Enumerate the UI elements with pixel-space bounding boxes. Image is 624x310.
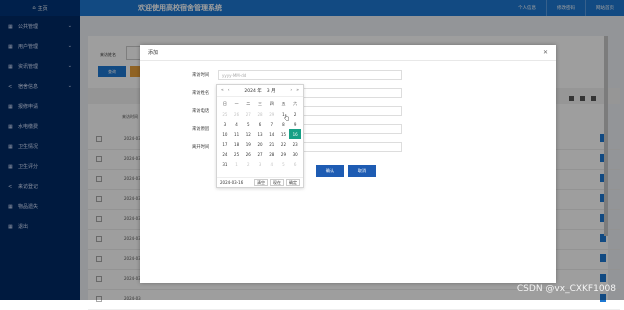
calendar-day[interactable]: 27 — [254, 149, 266, 159]
weekday-label: 六 — [293, 101, 298, 106]
calendar-week: 24 25 26 27 28 29 30 — [217, 149, 303, 159]
picker-month[interactable]: 3 月 — [267, 88, 276, 94]
calendar-day[interactable]: 19 — [242, 139, 254, 149]
calendar-day[interactable]: 4 — [266, 159, 278, 169]
field-label: 来访姓名 — [192, 91, 210, 96]
calendar-day[interactable]: 6 — [289, 159, 301, 169]
form-row: 来访原因 — [140, 123, 556, 135]
form-row: 来访电话 — [140, 105, 556, 117]
calendar-day[interactable]: 24 — [219, 149, 231, 159]
weekday-label: 一 — [234, 101, 239, 106]
calendar-day[interactable]: 3 — [219, 119, 231, 129]
calendar-week: 31 1 2 3 4 5 6 — [217, 159, 303, 169]
picker-now-button[interactable]: 现在 — [270, 179, 284, 186]
calendar-day[interactable]: 29 — [278, 149, 290, 159]
form-row: 来访时间 yyyy-MM-dd — [140, 69, 556, 81]
form-row: 来访姓名 — [140, 87, 556, 99]
calendar-day[interactable]: 25 — [219, 109, 231, 119]
add-dialog: 添加 ✕ 来访时间 yyyy-MM-dd 来访姓名来访电话来访原因离开时间 确认 取… — [140, 45, 556, 283]
watermark: CSDN @vx_CXKF1008 — [516, 284, 616, 294]
calendar-day[interactable]: 4 — [231, 119, 243, 129]
field-input[interactable]: yyyy-MM-dd — [218, 70, 402, 80]
close-icon[interactable]: ✕ — [543, 49, 548, 56]
prev-month-icon[interactable]: ‹ — [228, 88, 230, 93]
field-label: 来访原因 — [192, 127, 210, 132]
calendar-day[interactable]: 18 — [231, 139, 243, 149]
calendar-week: 25 26 27 28 29 1 2 — [217, 109, 303, 119]
calendar-day[interactable]: 31 — [219, 159, 231, 169]
calendar-day[interactable]: 27 — [242, 109, 254, 119]
picker-clear-button[interactable]: 清空 — [254, 179, 268, 186]
calendar-day[interactable]: 3 — [254, 159, 266, 169]
calendar-day[interactable]: 11 — [231, 129, 243, 139]
calendar-day[interactable]: 10 — [219, 129, 231, 139]
calendar-day[interactable]: 13 — [254, 129, 266, 139]
calendar-day[interactable]: 15 — [278, 129, 290, 139]
calendar-day[interactable]: 12 — [242, 129, 254, 139]
next-year-icon[interactable]: » — [296, 88, 299, 93]
field-label: 离开时间 — [192, 145, 210, 150]
next-month-icon[interactable]: › — [290, 88, 292, 93]
calendar-day[interactable]: 23 — [289, 139, 301, 149]
hand-cursor-icon — [284, 114, 289, 121]
picker-year[interactable]: 2024 年 — [244, 88, 261, 94]
form-row: 离开时间 — [140, 141, 556, 153]
calendar-day[interactable]: 30 — [289, 149, 301, 159]
calendar-day[interactable]: 26 — [231, 109, 243, 119]
calendar-day[interactable]: 5 — [242, 119, 254, 129]
calendar-day[interactable]: 25 — [231, 149, 243, 159]
picker-selected-value: 2024-03-16 — [220, 180, 244, 185]
calendar-day[interactable]: 26 — [242, 149, 254, 159]
calendar-day[interactable]: 2 — [242, 159, 254, 169]
calendar-day[interactable]: 7 — [266, 119, 278, 129]
picker-ok-button[interactable]: 确定 — [286, 179, 300, 186]
confirm-button[interactable]: 确认 — [316, 165, 344, 177]
dialog-title: 添加 — [148, 50, 159, 56]
calendar-day[interactable]: 1 — [231, 159, 243, 169]
calendar-day[interactable]: 21 — [266, 139, 278, 149]
calendar-day[interactable]: 14 — [266, 129, 278, 139]
calendar-day[interactable]: 22 — [278, 139, 290, 149]
calendar-day[interactable]: 20 — [254, 139, 266, 149]
calendar-day[interactable]: 28 — [266, 149, 278, 159]
weekday-label: 四 — [269, 101, 274, 106]
calendar-day[interactable]: 16 — [289, 129, 302, 139]
weekday-label: 二 — [246, 101, 251, 106]
calendar-week: 17 18 19 20 21 22 23 — [217, 139, 303, 149]
calendar-day[interactable]: 28 — [254, 109, 266, 119]
calendar-day[interactable]: 5 — [278, 159, 290, 169]
calendar-day[interactable]: 29 — [266, 109, 278, 119]
calendar-week: 3456789 — [217, 119, 303, 129]
calendar-week: 10 11 12 13 14 15 16 — [217, 129, 303, 139]
weekday-label: 三 — [258, 101, 263, 106]
cancel-button[interactable]: 取消 — [348, 165, 376, 177]
weekday-label: 日 — [222, 101, 227, 106]
weekday-label: 五 — [281, 101, 286, 106]
field-label: 来访电话 — [192, 109, 210, 114]
calendar-day[interactable]: 2 — [289, 109, 301, 119]
date-picker: « ‹ 2024 年 3 月 › » 日一二三四五六 25 26 27 28 29 1 2 3… — [216, 84, 304, 188]
calendar-day[interactable]: 9 — [289, 119, 301, 129]
field-label: 来访时间 — [192, 73, 210, 78]
calendar-day[interactable]: 6 — [254, 119, 266, 129]
calendar-day[interactable]: 17 — [219, 139, 231, 149]
prev-year-icon[interactable]: « — [221, 88, 224, 93]
